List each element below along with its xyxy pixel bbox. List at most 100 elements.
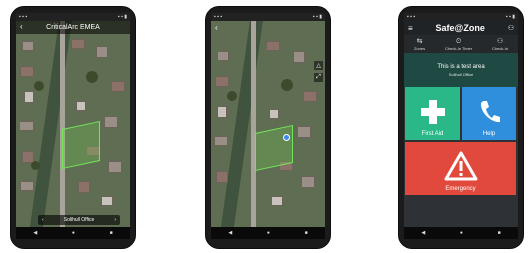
building [76, 101, 86, 111]
check-in-label: Check-In [492, 45, 509, 51]
person-icon: ⚇ [496, 37, 504, 45]
banner-subtitle: Solihull Office [448, 71, 474, 77]
app-logo: Safe@Zone [435, 23, 485, 33]
phone-3-screen: ▪ ▪ ▪ ▪ ▪ ▮ ≡ Safe@Zone ⚇ ⇆ Zones ⏲ Chec… [404, 13, 518, 239]
building [24, 91, 34, 103]
first-aid-label: First Aid [421, 131, 444, 137]
status-icons-left: ▪ ▪ ▪ [19, 14, 28, 20]
android-nav-bar: ◀ ● ■ [211, 227, 325, 239]
home-nav-icon[interactable]: ● [460, 230, 463, 236]
zone-banner: This is a test area Solihull Office [404, 53, 518, 87]
recents-nav-icon[interactable]: ■ [498, 230, 501, 236]
phone-1-screen: ▪ ▪ ▪ ▪ ▪ ▮ ‹ CriticalArc EMEA ‹ Solihul… [16, 13, 130, 239]
home-nav-icon[interactable]: ● [267, 230, 270, 236]
building [214, 136, 228, 146]
phone-2: ▪ ▪ ▪ ▪ ▪ ▮ ‹ △ ⤢ ◀ ● ■ [205, 6, 331, 249]
status-icons-right: ▪ ▪ ▮ [505, 14, 515, 20]
emergency-button[interactable]: Emergency [405, 142, 516, 195]
status-icons-right: ▪ ▪ ▮ [117, 14, 127, 20]
timer-icon: ⏲ [455, 37, 462, 45]
safe-zone-overlay [62, 120, 100, 170]
building [266, 41, 280, 51]
building [19, 121, 34, 131]
chevron-right-icon[interactable]: › [114, 217, 116, 223]
building [217, 106, 227, 118]
android-nav-bar: ◀ ● ■ [16, 227, 130, 239]
building [217, 51, 229, 61]
building [293, 51, 305, 63]
tree [281, 79, 293, 91]
first-aid-button[interactable]: First Aid [405, 87, 460, 140]
safezone-app: ≡ Safe@Zone ⚇ ⇆ Zones ⏲ Check-In Timer ⚇… [404, 21, 518, 227]
status-icons-left: ▪ ▪ ▪ [214, 14, 223, 20]
check-in-button[interactable]: ⚇ Check-In [492, 38, 508, 51]
building [108, 161, 122, 173]
function-bar: ⇆ Zones ⏲ Check-In Timer ⚇ Check-In [404, 35, 518, 53]
recents-nav-icon[interactable]: ■ [110, 230, 113, 236]
building [303, 91, 317, 102]
building [215, 76, 229, 87]
satellite-map[interactable] [211, 21, 325, 227]
building [96, 46, 108, 58]
chevron-left-icon[interactable]: ‹ [42, 217, 44, 223]
building [22, 41, 34, 51]
building [101, 196, 113, 206]
location-label: Solihull Office [63, 217, 95, 223]
tree [34, 81, 44, 91]
back-arrow-icon[interactable]: ‹ [20, 22, 23, 31]
status-bar: ▪ ▪ ▪ ▪ ▪ ▮ [16, 13, 130, 21]
help-label: Help [482, 131, 496, 137]
back-nav-icon[interactable]: ◀ [421, 230, 425, 236]
user-icon[interactable]: ⚇ [508, 24, 514, 32]
building [20, 66, 34, 77]
phone-icon [480, 101, 500, 123]
zones-label: Zones [413, 45, 426, 51]
recents-nav-icon[interactable]: ■ [305, 230, 308, 236]
cross-icon [420, 100, 445, 124]
android-nav-bar: ◀ ● ■ [404, 227, 518, 239]
status-bar: ▪ ▪ ▪ ▪ ▪ ▮ [211, 13, 325, 21]
safe-zone-overlay [255, 124, 293, 172]
back-nav-icon[interactable]: ◀ [33, 230, 37, 236]
building [269, 109, 279, 119]
building [301, 176, 315, 188]
back-arrow-icon[interactable]: ‹ [215, 23, 218, 32]
check-in-timer-label: Check-In Timer [444, 45, 473, 51]
app-header: ≡ Safe@Zone ⚇ [404, 21, 518, 35]
satellite-map[interactable] [16, 21, 130, 227]
road [60, 21, 65, 227]
emergency-label: Emergency [445, 186, 476, 192]
zones-button[interactable]: ⇆ Zones [414, 38, 425, 51]
building [271, 196, 283, 206]
action-tiles: First Aid Help Emergency [404, 87, 518, 227]
menu-icon[interactable]: ≡ [408, 24, 413, 33]
app-title: CriticalArc EMEA [46, 24, 100, 31]
tree [227, 91, 237, 101]
check-in-timer-button[interactable]: ⏲ Check-In Timer [445, 38, 472, 51]
user-location-marker [283, 134, 290, 141]
zones-icon: ⇆ [416, 37, 423, 45]
help-button[interactable]: Help [462, 87, 516, 140]
phone-1: ▪ ▪ ▪ ▪ ▪ ▮ ‹ CriticalArc EMEA ‹ Solihul… [10, 6, 136, 249]
banner-title: This is a test area [437, 63, 485, 70]
road [251, 21, 256, 227]
phone-2-screen: ▪ ▪ ▪ ▪ ▪ ▮ ‹ △ ⤢ ◀ ● ■ [211, 13, 325, 239]
status-bar: ▪ ▪ ▪ ▪ ▪ ▮ [404, 13, 518, 21]
location-bar[interactable]: ‹ Solihull Office › [38, 215, 120, 225]
canal [28, 21, 73, 227]
warning-icon [444, 151, 477, 181]
tree [31, 161, 40, 170]
building [111, 81, 125, 92]
home-nav-icon[interactable]: ● [72, 230, 75, 236]
status-icons-left: ▪ ▪ ▪ [407, 14, 416, 20]
building [104, 116, 118, 128]
building [20, 181, 34, 191]
tree [86, 71, 98, 83]
building [78, 181, 90, 193]
building [297, 126, 311, 138]
layers-icon[interactable]: △ [314, 61, 323, 70]
back-nav-icon[interactable]: ◀ [228, 230, 232, 236]
phone-3: ▪ ▪ ▪ ▪ ▪ ▮ ≡ Safe@Zone ⚇ ⇆ Zones ⏲ Chec… [398, 6, 524, 249]
expand-icon[interactable]: ⤢ [314, 73, 323, 82]
status-icons-right: ▪ ▪ ▮ [312, 14, 322, 20]
